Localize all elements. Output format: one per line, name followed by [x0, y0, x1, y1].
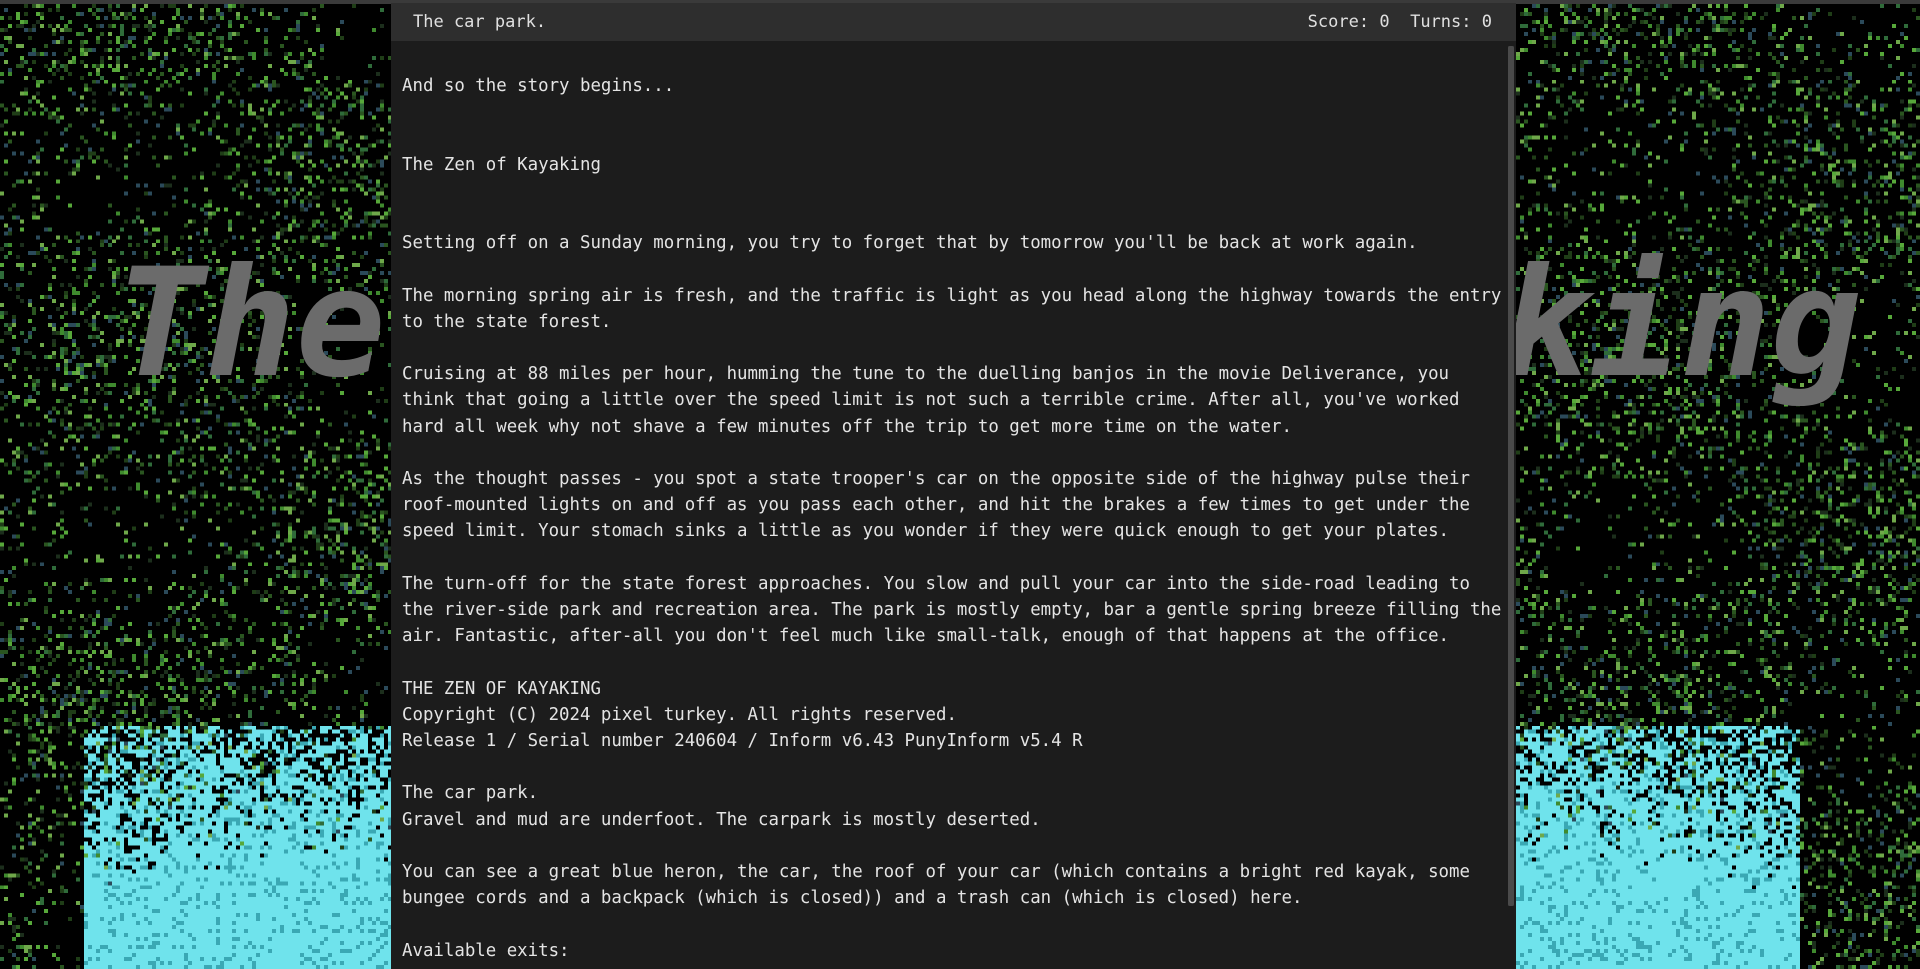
score-label: Score: — [1307, 12, 1370, 32]
game-banner: THE ZEN OF KAYAKING Copyright (C) 2024 pi… — [402, 676, 1502, 755]
intro-text: And so the story begins... — [402, 76, 675, 96]
banner-release: Release 1 / Serial number 240604 / Infor… — [402, 730, 1083, 751]
room-name: The car park. — [402, 783, 539, 804]
status-location: The car park. — [413, 12, 547, 32]
room-description: Gravel and mud are underfoot. The carpar… — [402, 809, 1041, 830]
banner-title: THE ZEN OF KAYAKING — [402, 678, 601, 699]
game-screen: The king The car park. Score: 0 Turns: 0… — [0, 0, 1920, 969]
scrollbar[interactable] — [1508, 46, 1514, 906]
story-paragraph: The turn-off for the state forest approa… — [402, 573, 1502, 647]
room-block: The car park. Gravel and mud are underfoo… — [402, 780, 1502, 832]
turns-value: 0 — [1481, 12, 1492, 32]
exits-label: Available exits: — [402, 940, 570, 961]
story-paragraph: Cruising at 88 miles per hour, humming t… — [402, 364, 1470, 437]
story-title: The Zen of Kayaking — [402, 154, 601, 175]
scrollbar-thumb[interactable] — [1508, 46, 1514, 906]
story-paragraph: The morning spring air is fresh, and the… — [402, 285, 1502, 332]
story-paragraph: As the thought passes - you spot a state… — [402, 468, 1481, 542]
game-window[interactable]: The car park. Score: 0 Turns: 0 And so t… — [391, 3, 1516, 969]
banner-copyright: Copyright (C) 2024 pixel turkey. All rig… — [402, 704, 957, 725]
story-paragraph: Setting off on a Sunday morning, you try… — [402, 233, 1418, 254]
status-score-turns: Score: 0 Turns: 0 — [1308, 3, 1492, 41]
score-value: 0 — [1379, 12, 1390, 32]
room-objects: You can see a great blue heron, the car,… — [402, 861, 1481, 909]
status-bar: The car park. Score: 0 Turns: 0 — [391, 3, 1516, 41]
story-transcript[interactable]: And so the story begins... The Zen of Ka… — [402, 41, 1502, 969]
turns-label: Turns: — [1410, 12, 1472, 32]
